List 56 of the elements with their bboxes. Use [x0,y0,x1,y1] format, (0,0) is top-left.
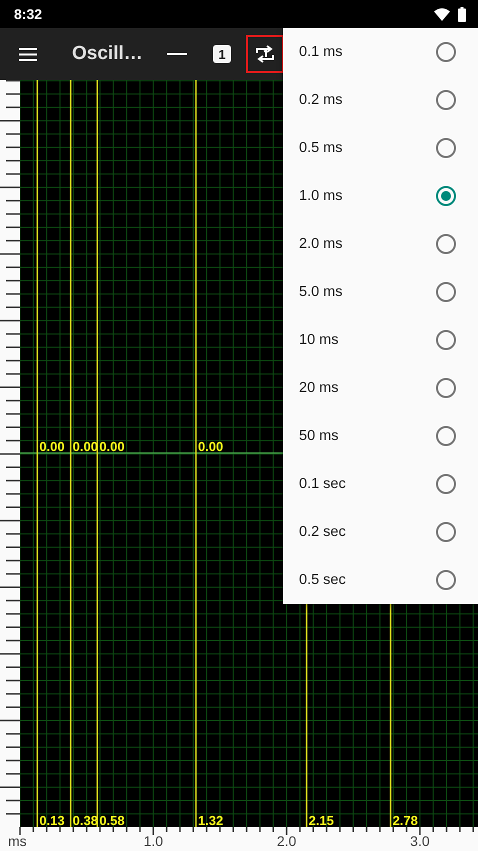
timebase-option[interactable]: 10 ms [283,316,478,364]
timebase-option[interactable]: 0.1 ms [283,28,478,76]
option-label: 20 ms [299,380,338,396]
wifi-icon [434,8,450,20]
menu-icon [19,48,37,60]
radio-button[interactable] [436,282,456,302]
option-label: 10 ms [299,332,338,348]
option-label: 0.5 ms [299,140,343,156]
option-label: 1.0 ms [299,188,343,204]
timebase-option[interactable]: 0.2 sec [283,508,478,556]
timebase-option[interactable]: 0.2 ms [283,76,478,124]
app-title: Oscill… [72,43,144,65]
radio-button[interactable] [436,378,456,398]
cursor-value-label: 0.00 [99,439,125,454]
option-label: 0.1 ms [299,44,343,60]
timebase-option[interactable]: 1.0 ms [283,172,478,220]
radio-button[interactable] [436,474,456,494]
option-label: 0.5 sec [299,572,346,588]
axis-unit-label: ms [8,833,27,849]
cursor-time-label: 0.58 [99,813,125,827]
cursor-value-label: 0.00 [39,439,65,454]
radio-button[interactable] [436,186,456,206]
option-label: 0.2 sec [299,524,346,540]
timebase-option[interactable]: 50 ms [283,412,478,460]
radio-button[interactable] [436,570,456,590]
timebase-option[interactable]: 0.5 ms [283,124,478,172]
timebase-option[interactable]: 5.0 ms [283,268,478,316]
axis-tick-label: 1.0 [144,833,164,849]
axis-tick-label: 2.0 [276,833,296,849]
option-label: 50 ms [299,428,338,444]
axis-tick-label: 3.0 [410,833,430,849]
radio-button[interactable] [436,522,456,542]
cursor-time-label: 2.15 [308,813,334,827]
radio-button[interactable] [436,234,456,254]
radio-button[interactable] [436,330,456,350]
radio-button[interactable] [436,90,456,110]
clock-time: 8:32 [14,6,42,22]
timebase-option[interactable]: 20 ms [283,364,478,412]
option-label: 5.0 ms [299,284,343,300]
channel-button[interactable]: 1 [213,45,231,63]
timebase-option[interactable]: 0.5 sec [283,556,478,604]
swap-arrows-icon [255,44,275,64]
dash-icon [167,53,187,55]
option-label: 2.0 ms [299,236,343,252]
option-label: 0.1 sec [299,476,346,492]
cursor-time-label: 0.13 [39,813,65,827]
radio-button[interactable] [436,426,456,446]
cursor-time-label: 1.32 [198,813,224,827]
radio-button[interactable] [436,138,456,158]
cursor-time-label: 2.78 [392,813,418,827]
cursor-value-label: 0.00 [198,439,224,454]
option-label: 0.2 ms [299,92,343,108]
timebase-option[interactable]: 0.1 sec [283,460,478,508]
battery-icon [458,6,466,22]
radio-button[interactable] [436,42,456,62]
timebase-option[interactable]: 2.0 ms [283,220,478,268]
